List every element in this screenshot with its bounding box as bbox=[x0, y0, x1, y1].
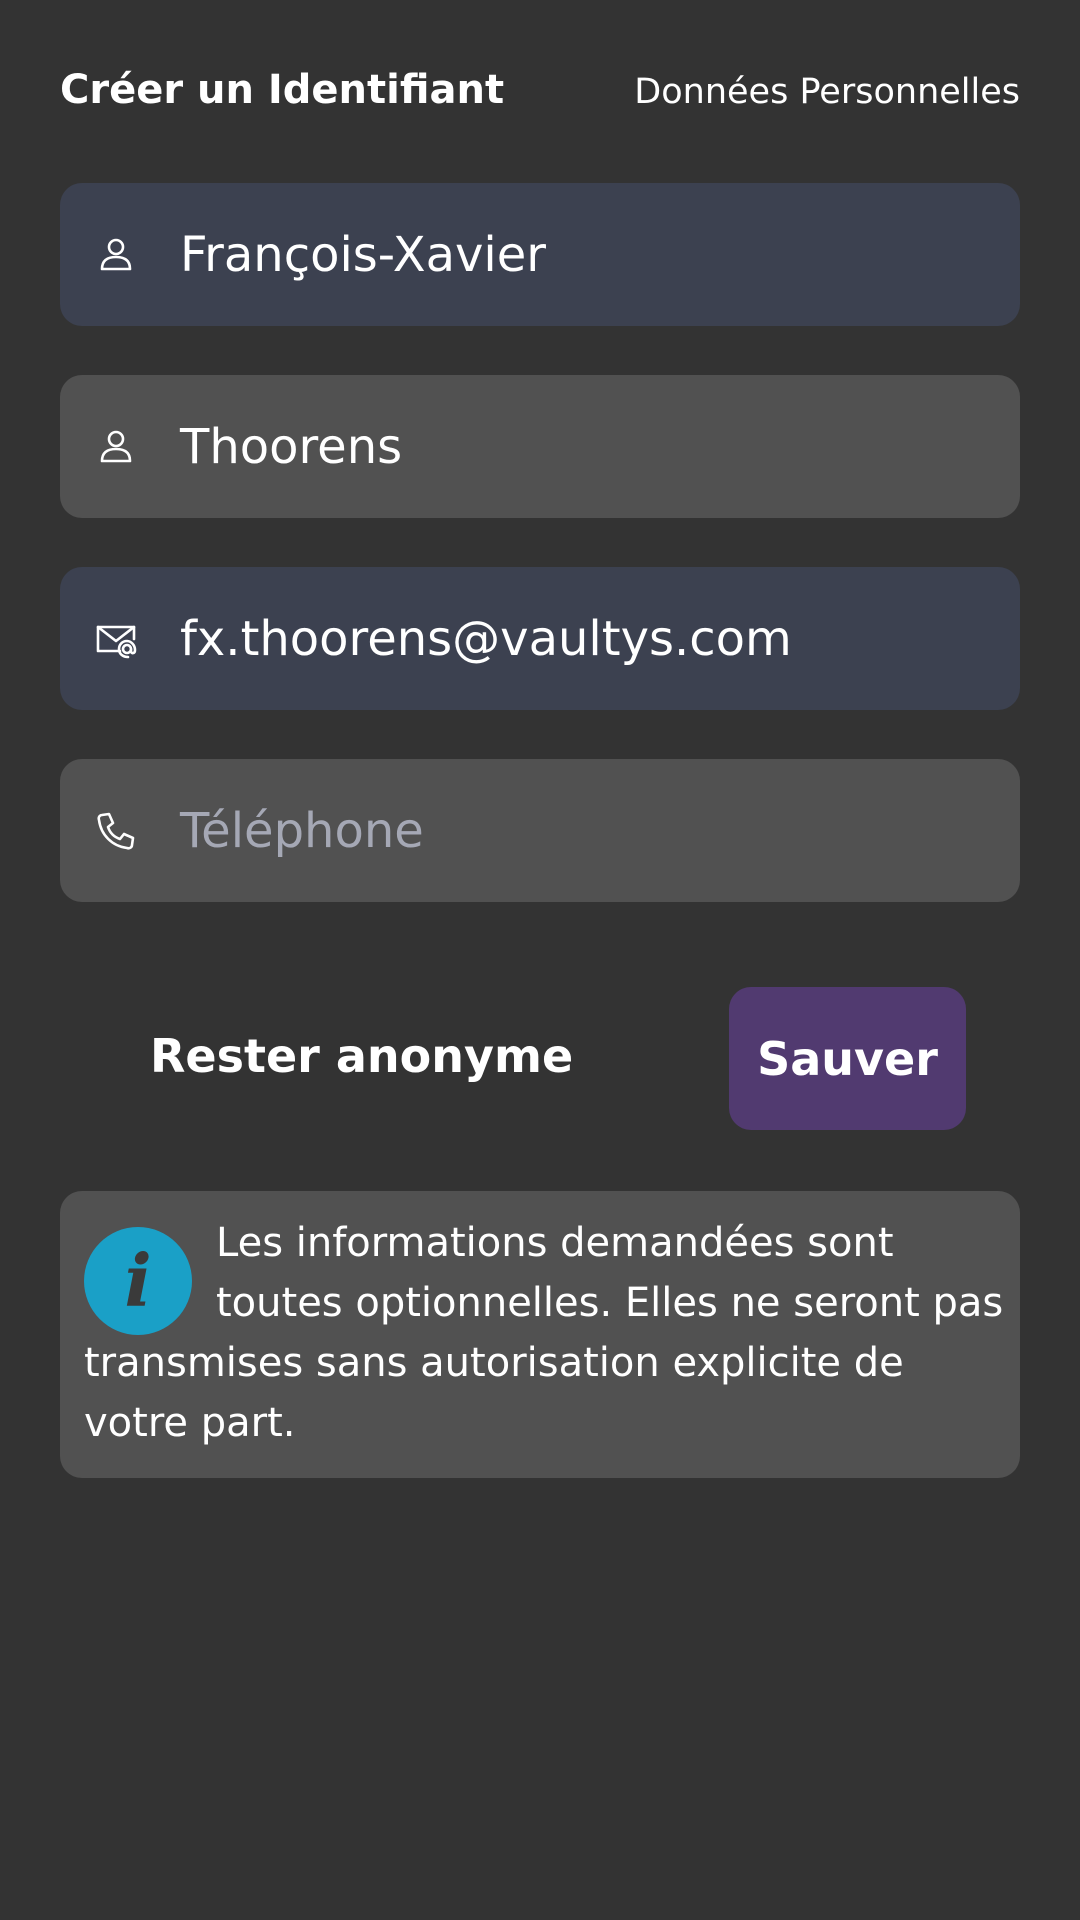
save-button[interactable]: Sauver bbox=[729, 987, 966, 1130]
create-identifier-screen: Créer un Identifiant Données Personnelle… bbox=[0, 0, 1080, 1920]
person-icon bbox=[94, 425, 138, 469]
info-icon-spacer bbox=[84, 1213, 216, 1333]
header: Créer un Identifiant Données Personnelle… bbox=[60, 62, 1020, 122]
info-text-container: Les informations demandées sont toutes o… bbox=[84, 1213, 1004, 1453]
section-subtitle: Données Personnelles bbox=[634, 72, 1020, 112]
first-name-field[interactable]: François-Xavier bbox=[60, 183, 1020, 326]
info-message: Les informations demandées sont toutes o… bbox=[84, 1220, 1004, 1446]
email-icon bbox=[94, 617, 138, 661]
phone-placeholder[interactable]: Téléphone bbox=[180, 759, 1000, 902]
stay-anonymous-button[interactable]: Rester anonyme bbox=[150, 1020, 573, 1092]
first-name-value[interactable]: François-Xavier bbox=[180, 183, 1000, 326]
email-value[interactable]: fx.thoorens@vaultys.com bbox=[180, 567, 1000, 710]
last-name-field[interactable]: Thoorens bbox=[60, 375, 1020, 518]
last-name-value[interactable]: Thoorens bbox=[180, 375, 1000, 518]
phone-field[interactable]: Téléphone bbox=[60, 759, 1020, 902]
phone-icon bbox=[94, 809, 138, 853]
email-field[interactable]: fx.thoorens@vaultys.com bbox=[60, 567, 1020, 710]
person-icon bbox=[94, 233, 138, 277]
page-title: Créer un Identifiant bbox=[60, 67, 505, 113]
info-box: i Les informations demandées sont toutes… bbox=[60, 1191, 1020, 1478]
